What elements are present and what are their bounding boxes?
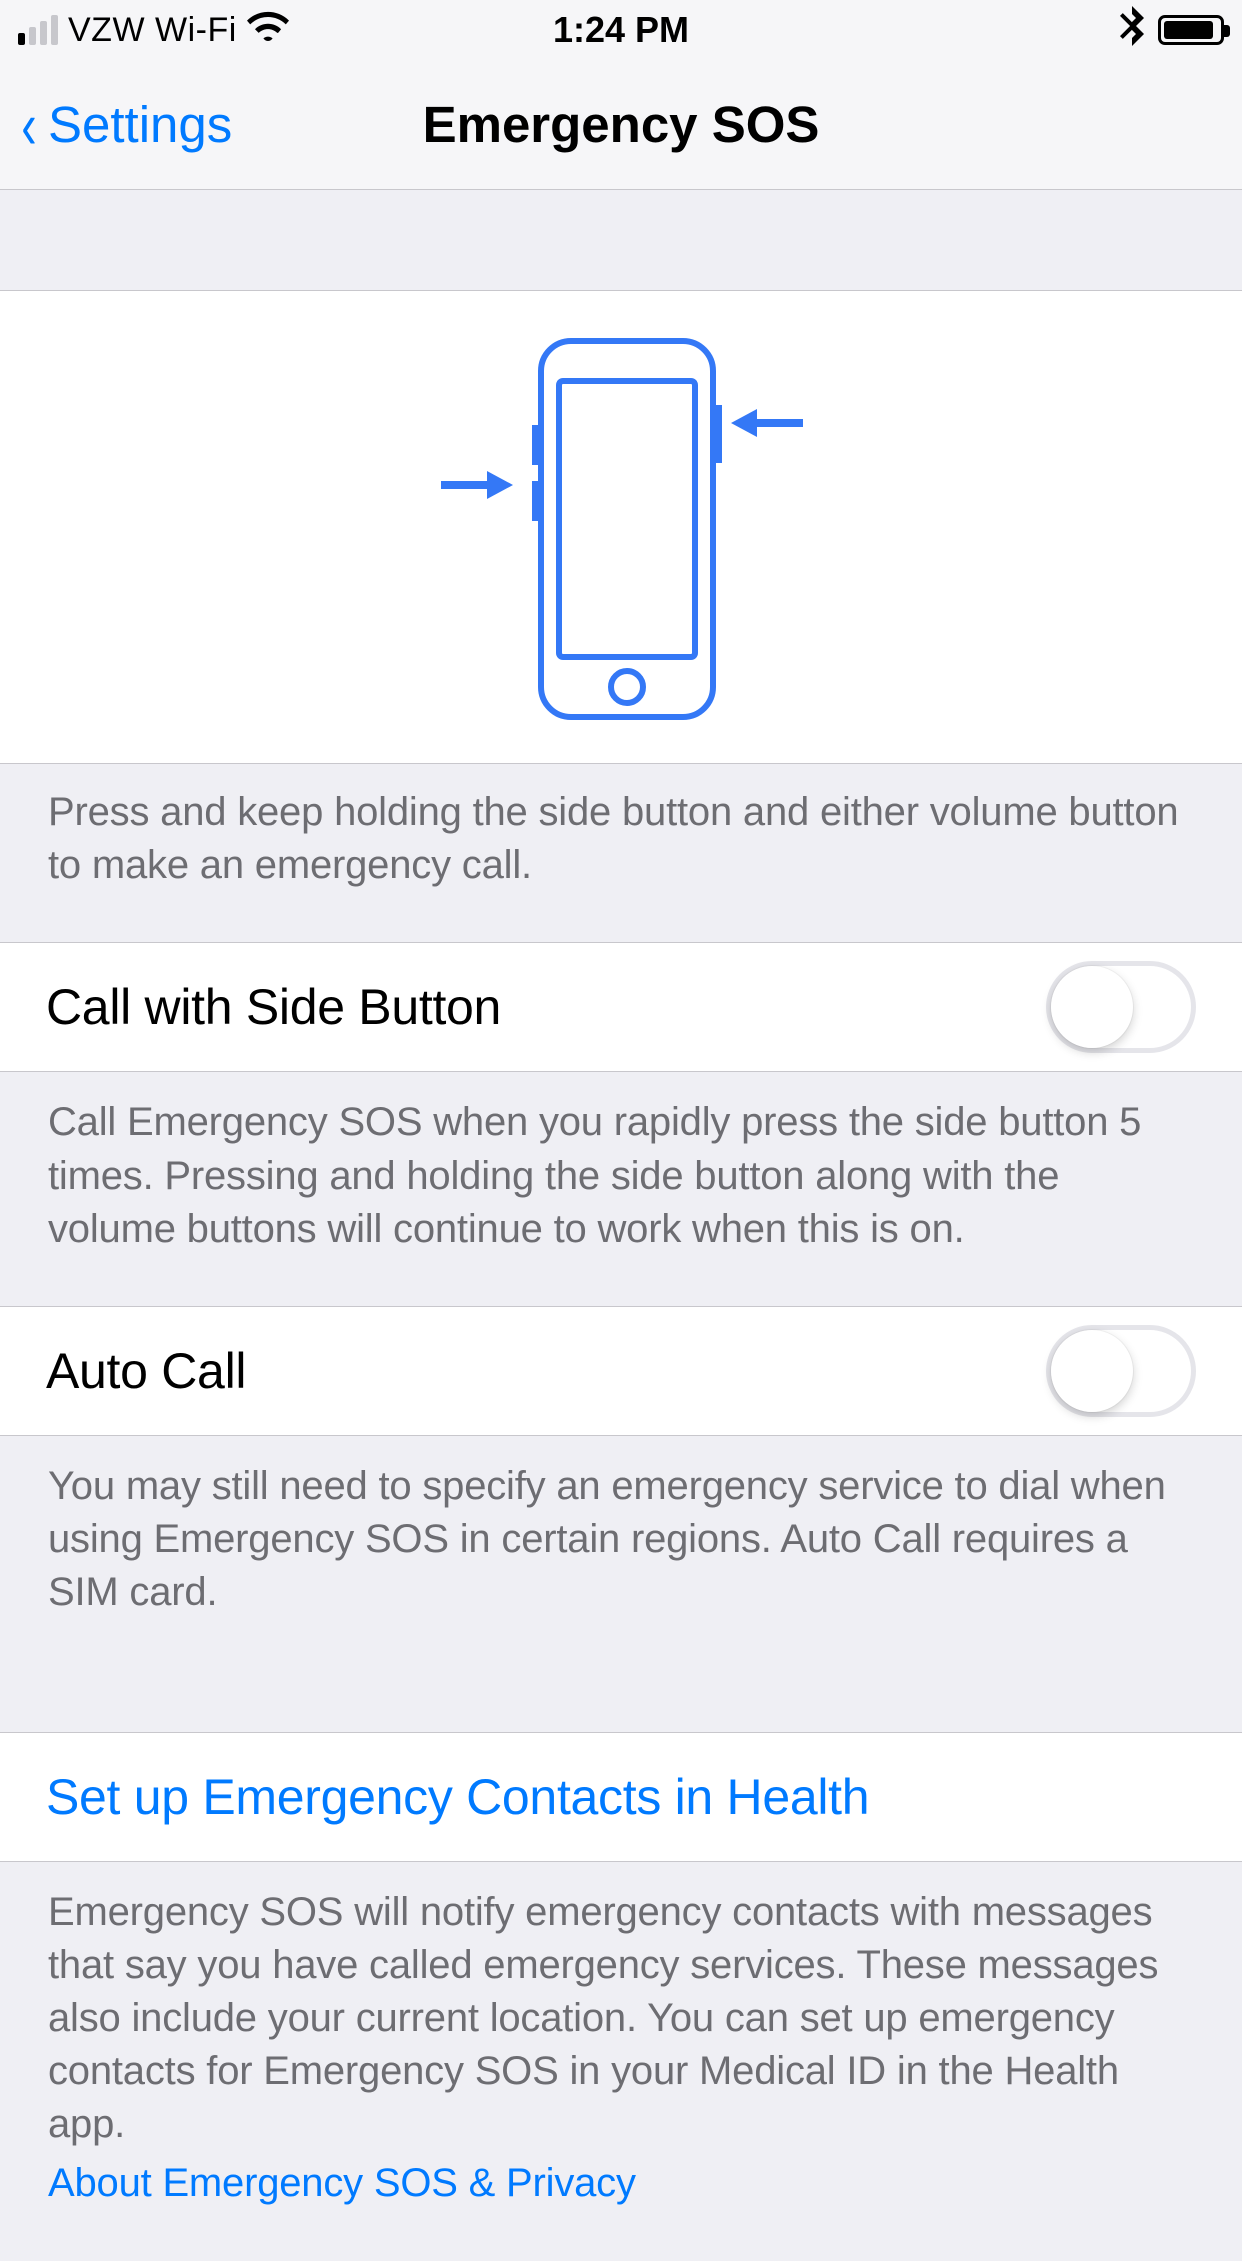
about-sos-privacy-link[interactable]: About Emergency SOS & Privacy	[48, 2157, 1194, 2210]
back-button[interactable]: ‹ Settings	[0, 92, 232, 158]
nav-bar: ‹ Settings Emergency SOS	[0, 60, 1242, 190]
back-label: Settings	[48, 95, 232, 154]
chevron-left-icon: ‹	[21, 92, 36, 158]
status-left: VZW Wi-Fi	[18, 11, 289, 50]
auto-call-label: Auto Call	[46, 1342, 246, 1400]
wifi-icon	[247, 11, 289, 50]
carrier-label: VZW Wi-Fi	[68, 11, 237, 50]
phone-buttons-illustration-icon	[431, 335, 811, 723]
battery-icon	[1158, 15, 1224, 45]
auto-call-toggle[interactable]	[1046, 1325, 1196, 1417]
status-right	[1120, 6, 1224, 54]
call-with-side-button-label: Call with Side Button	[46, 978, 501, 1036]
illustration-footer: Press and keep holding the side button a…	[0, 764, 1242, 942]
auto-call-footer: You may still need to specify an emergen…	[0, 1436, 1242, 1670]
call-with-side-button-row[interactable]: Call with Side Button	[0, 942, 1242, 1072]
call-with-side-button-footer: Call Emergency SOS when you rapidly pres…	[0, 1072, 1242, 1306]
setup-emergency-contacts-row[interactable]: Set up Emergency Contacts in Health	[0, 1732, 1242, 1862]
setup-emergency-contacts-label: Set up Emergency Contacts in Health	[46, 1768, 869, 1826]
status-bar: VZW Wi-Fi 1:24 PM	[0, 0, 1242, 60]
sos-illustration-cell	[0, 290, 1242, 764]
call-with-side-button-toggle[interactable]	[1046, 961, 1196, 1053]
setup-emergency-contacts-footer-text: Emergency SOS will notify emergency cont…	[48, 1890, 1158, 2147]
auto-call-row[interactable]: Auto Call	[0, 1306, 1242, 1436]
bluetooth-icon	[1120, 6, 1144, 54]
cellular-signal-icon	[18, 15, 58, 45]
setup-emergency-contacts-footer: Emergency SOS will notify emergency cont…	[0, 1862, 1242, 2261]
